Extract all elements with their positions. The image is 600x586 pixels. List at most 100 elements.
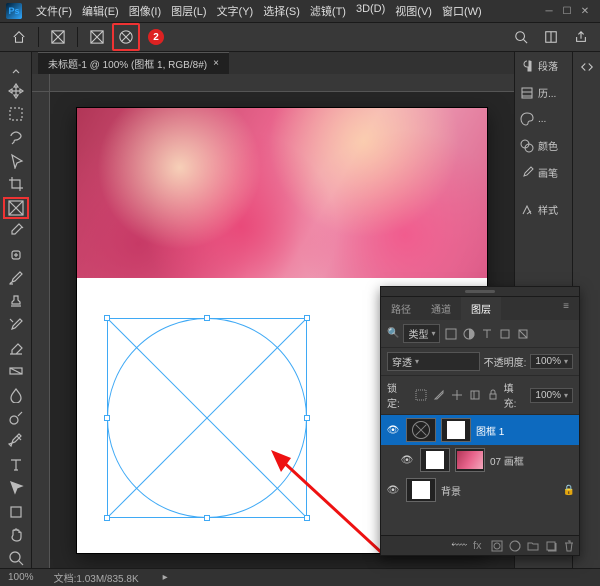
- layer-row[interactable]: 👁 07 画框: [381, 445, 579, 475]
- tab-layers[interactable]: 图层: [461, 297, 501, 320]
- frame-rect-icon[interactable]: [86, 26, 108, 48]
- panel-brushes[interactable]: 画笔: [515, 159, 572, 186]
- filter-type-dropdown[interactable]: 类型: [403, 324, 440, 343]
- search-icon[interactable]: [510, 26, 532, 48]
- doc-info-caret[interactable]: ▸: [163, 572, 168, 583]
- filter-adjust-icon[interactable]: [462, 327, 476, 341]
- filter-pixel-icon[interactable]: [444, 327, 458, 341]
- filter-type-icon[interactable]: [480, 327, 494, 341]
- menu-view[interactable]: 视图(V): [395, 3, 432, 19]
- blur-tool[interactable]: [4, 385, 28, 404]
- panel-menu-icon[interactable]: ≡: [553, 297, 579, 320]
- layer-mask-thumb[interactable]: [441, 418, 471, 442]
- window-minimize[interactable]: ─: [540, 6, 558, 17]
- panel-color[interactable]: 颜色: [515, 132, 572, 159]
- gradient-tool[interactable]: [4, 362, 28, 381]
- window-close[interactable]: ✕: [576, 6, 594, 17]
- group-icon[interactable]: [527, 540, 539, 552]
- fill-value[interactable]: 100%: [530, 388, 573, 403]
- filter-smart-icon[interactable]: [516, 327, 530, 341]
- ruler-vertical[interactable]: [32, 92, 50, 568]
- move-tool[interactable]: [4, 81, 28, 100]
- blend-mode-dropdown[interactable]: 穿透: [387, 352, 480, 371]
- layer-fx-icon[interactable]: fx: [473, 540, 485, 552]
- frame-ellipse-icon[interactable]: [115, 26, 137, 48]
- link-layers-icon[interactable]: ⬳: [451, 539, 467, 552]
- panel-paragraph[interactable]: 段落: [515, 52, 572, 79]
- lock-all-icon[interactable]: [486, 388, 500, 402]
- brush-tool[interactable]: [4, 268, 28, 287]
- visibility-icon[interactable]: 👁: [399, 455, 415, 466]
- marquee-tool[interactable]: [4, 105, 28, 124]
- menu-filter[interactable]: 滤镜(T): [310, 3, 346, 19]
- panel-swatches[interactable]: ...: [515, 106, 572, 132]
- layer-thumb[interactable]: [406, 418, 436, 442]
- lasso-tool[interactable]: [4, 128, 28, 147]
- menu-file[interactable]: 文件(F): [36, 3, 72, 19]
- healing-tool[interactable]: [4, 245, 28, 264]
- layer-thumb-image[interactable]: [455, 448, 485, 472]
- dodge-tool[interactable]: [4, 408, 28, 427]
- history-brush-tool[interactable]: [4, 315, 28, 334]
- new-layer-icon[interactable]: [545, 540, 557, 552]
- lock-position-icon[interactable]: [450, 388, 464, 402]
- layer-row[interactable]: 👁 背景 🔒: [381, 475, 579, 505]
- eyedropper-tool[interactable]: [4, 222, 28, 241]
- visibility-icon[interactable]: 👁: [385, 425, 401, 436]
- toolbar-grip[interactable]: [4, 58, 28, 77]
- zoom-tool[interactable]: [4, 549, 28, 568]
- panel-history[interactable]: 历...: [515, 79, 572, 106]
- tab-channels[interactable]: 通道: [421, 297, 461, 320]
- path-select-tool[interactable]: [4, 478, 28, 497]
- menu-layer[interactable]: 图层(L): [171, 3, 206, 19]
- stamp-tool[interactable]: [4, 292, 28, 311]
- menu-type[interactable]: 文字(Y): [217, 3, 254, 19]
- adjustment-layer-icon[interactable]: [509, 540, 521, 552]
- layers-panel[interactable]: 路径 通道 图层 ≡ 🔍 类型 穿透 不透明度: 100% 锁定: 填充: 10…: [380, 286, 580, 556]
- opacity-value[interactable]: 100%: [530, 354, 573, 369]
- eraser-tool[interactable]: [4, 338, 28, 357]
- visibility-icon[interactable]: 👁: [385, 485, 401, 496]
- layer-name[interactable]: 07 画框: [490, 453, 524, 468]
- trash-icon[interactable]: [563, 540, 575, 552]
- document-tab[interactable]: 未标题-1 @ 100% (图框 1, RGB/8#) ×: [38, 52, 229, 74]
- menu-image[interactable]: 图像(I): [129, 3, 161, 19]
- document-tabbar: 未标题-1 @ 100% (图框 1, RGB/8#) ×: [32, 52, 514, 74]
- share-icon[interactable]: [570, 26, 592, 48]
- lock-transparent-icon[interactable]: [414, 388, 428, 402]
- frame-tool[interactable]: 1: [4, 198, 28, 217]
- lock-pixels-icon[interactable]: [432, 388, 446, 402]
- home-icon[interactable]: [8, 26, 30, 48]
- lock-artboard-icon[interactable]: [468, 388, 482, 402]
- layer-thumb[interactable]: [406, 478, 436, 502]
- layer-name[interactable]: 图框 1: [476, 423, 504, 438]
- layer-name[interactable]: 背景: [441, 483, 461, 498]
- shape-tool[interactable]: [4, 502, 28, 521]
- tab-paths[interactable]: 路径: [381, 297, 421, 320]
- crop-tool[interactable]: [4, 175, 28, 194]
- window-maximize[interactable]: ☐: [558, 6, 576, 17]
- panel-paragraph-label: 段落: [538, 58, 558, 73]
- menu-window[interactable]: 窗口(W): [442, 3, 482, 19]
- frame-rect-x-icon[interactable]: [47, 26, 69, 48]
- document-tab-close[interactable]: ×: [213, 58, 219, 69]
- layers-panel-grip[interactable]: [381, 287, 579, 297]
- layer-thumb[interactable]: [420, 448, 450, 472]
- panel-styles[interactable]: 样式: [515, 196, 572, 223]
- menu-edit[interactable]: 编辑(E): [82, 3, 119, 19]
- menu-3d[interactable]: 3D(D): [356, 3, 385, 19]
- type-tool[interactable]: [4, 455, 28, 474]
- ruler-horizontal[interactable]: [50, 74, 514, 92]
- frame-selection[interactable]: [107, 318, 307, 518]
- filter-shape-icon[interactable]: [498, 327, 512, 341]
- hand-tool[interactable]: [4, 525, 28, 544]
- zoom-level[interactable]: 100%: [8, 572, 34, 583]
- menu-select[interactable]: 选择(S): [263, 3, 300, 19]
- layer-mask-icon[interactable]: [491, 540, 503, 552]
- layer-row[interactable]: 👁 图框 1: [381, 415, 579, 445]
- collapse-panels-icon[interactable]: [576, 56, 598, 78]
- search-icon[interactable]: 🔍: [387, 328, 399, 339]
- workspace-icon[interactable]: [540, 26, 562, 48]
- pen-tool[interactable]: [4, 432, 28, 451]
- quick-select-tool[interactable]: [4, 151, 28, 170]
